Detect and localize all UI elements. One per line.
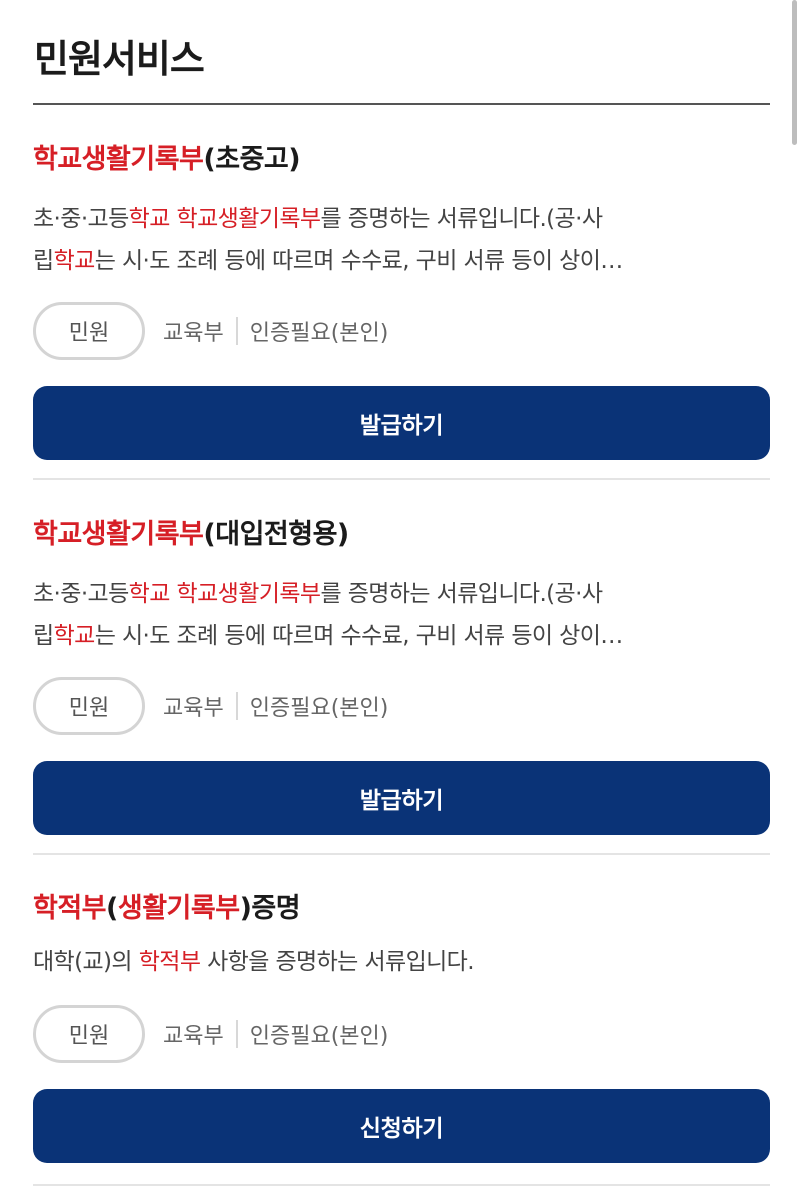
service-title[interactable]: 학교생활기록부(초중고) [33,140,770,180]
desc-highlight: 학교 [53,623,96,649]
title-paren: ( [106,893,118,924]
organization: 교육부 [163,696,224,721]
desc-text: 립 [33,623,54,649]
description-line: 립학교는 시·도 조례 등에 따르며 수수료, 구비 서류 등이 상이… [33,240,770,282]
title-suffix: (초중고) [203,144,301,175]
desc-text: 초·중·고등 [33,581,129,607]
auth-requirement: 인증필요(본인) [249,696,389,721]
description-line: 대학(교)의 학적부 사항을 증명하는 서류입니다. [33,941,770,983]
desc-text: 는 시·도 조례 등에 따르며 수수료, 구비 서류 등이 상이… [94,623,624,649]
page-title: 민원서비스 [34,37,205,81]
issue-button[interactable]: 발급하기 [33,386,770,460]
service-description: 대학(교)의 학적부 사항을 증명하는 서류입니다. [33,941,770,983]
meta-row: 민원 교육부 인증필요(본인) [33,677,770,735]
desc-text: 를 증명하는 서류입니다.(공·사 [320,581,603,607]
title-highlight: 생활기록부 [117,893,240,924]
description-line: 초·중·고등학교 학교생활기록부를 증명하는 서류입니다.(공·사 [33,198,770,240]
category-badge: 민원 [33,1005,145,1063]
title-highlight: 학적부 [33,893,107,924]
desc-highlight: 학교생활기록부 [176,206,322,232]
category-badge: 민원 [33,677,145,735]
page: 민원서비스 학교생활기록부(초중고) 초·중·고등학교 학교생활기록부를 증명하… [0,0,800,1186]
service-card: 학교생활기록부(대입전형용) 초·중·고등학교 학교생활기록부를 증명하는 서류… [33,515,770,835]
scrollbar[interactable] [792,0,797,145]
desc-text: 는 시·도 조례 등에 따르며 수수료, 구비 서류 등이 상이… [94,248,624,274]
category-badge: 민원 [33,302,145,360]
desc-text: 사항을 증명하는 서류입니다. [200,949,474,975]
service-card: 학적부(생활기록부)증명 대학(교)의 학적부 사항을 증명하는 서류입니다. … [33,889,770,1163]
card-divider [33,478,770,480]
meta-separator [235,692,238,720]
meta-separator [235,1020,238,1048]
issue-button[interactable]: 발급하기 [33,761,770,835]
card-divider [33,853,770,855]
desc-text: 대학(교)의 [33,949,139,975]
desc-text: 를 증명하는 서류입니다.(공·사 [320,206,603,232]
title-divider [33,103,770,105]
auth-requirement: 인증필요(본인) [249,1024,389,1049]
desc-highlight: 학교생활기록부 [176,581,322,607]
desc-text: 초·중·고등 [33,206,129,232]
title-suffix: (대입전형용) [203,519,349,550]
desc-highlight: 학교 [53,248,96,274]
service-description: 초·중·고등학교 학교생활기록부를 증명하는 서류입니다.(공·사 립학교는 시… [33,573,770,657]
desc-highlight: 학적부 [138,949,201,975]
desc-highlight: 학교 [128,581,171,607]
service-card: 학교생활기록부(초중고) 초·중·고등학교 학교생활기록부를 증명하는 서류입니… [33,140,770,460]
description-line: 립학교는 시·도 조례 등에 따르며 수수료, 구비 서류 등이 상이… [33,615,770,657]
meta-row: 민원 교육부 인증필요(본인) [33,1005,770,1063]
service-title[interactable]: 학교생활기록부(대입전형용) [33,515,770,555]
service-title[interactable]: 학적부(생활기록부)증명 [33,889,770,929]
organization: 교육부 [163,1024,224,1049]
organization: 교육부 [163,321,224,346]
meta-row: 민원 교육부 인증필요(본인) [33,302,770,360]
desc-highlight: 학교 [128,206,171,232]
title-suffix: )증명 [239,893,301,924]
desc-text: 립 [33,248,54,274]
service-description: 초·중·고등학교 학교생활기록부를 증명하는 서류입니다.(공·사 립학교는 시… [33,198,770,282]
title-highlight: 학교생활기록부 [33,519,204,550]
description-line: 초·중·고등학교 학교생활기록부를 증명하는 서류입니다.(공·사 [33,573,770,615]
title-highlight: 학교생활기록부 [33,144,204,175]
desc-space [170,581,177,607]
apply-button[interactable]: 신청하기 [33,1089,770,1163]
auth-requirement: 인증필요(본인) [249,321,389,346]
desc-space [170,206,177,232]
meta-separator [235,317,238,345]
